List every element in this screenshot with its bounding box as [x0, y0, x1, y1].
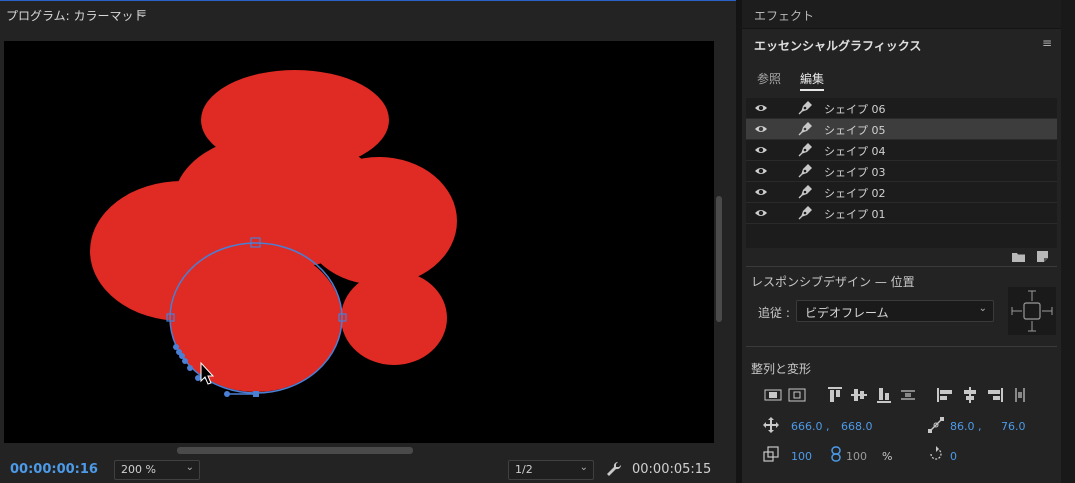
duration-timecode: 00:00:05:15: [632, 462, 712, 477]
essential-graphics-panel: エフェクト エッセンシャルグラフィックス ≡ 参照 編集 シェイプ 06 シェイ…: [742, 0, 1061, 483]
follow-label: 追従 :: [758, 306, 790, 320]
chevron-down-icon: ⌄: [185, 462, 194, 473]
tab-edit[interactable]: 編集: [800, 70, 824, 87]
program-monitor-title[interactable]: プログラム: カラーマット: [6, 7, 146, 24]
layer-row[interactable]: シェイプ 03: [746, 161, 1057, 182]
align-vertical-center-icon[interactable]: [850, 386, 868, 404]
red-shape-group[interactable]: [90, 70, 457, 392]
resolution-dropdown[interactable]: 1/2 ⌄: [508, 460, 594, 480]
scale-linked-value: 100: [846, 450, 867, 463]
eye-icon[interactable]: [754, 123, 768, 135]
anchor-x-value[interactable]: 86.0 ,: [950, 420, 982, 433]
essential-graphics-title[interactable]: エッセンシャルグラフィックス: [754, 37, 921, 54]
pen-tool-icon: [798, 185, 812, 199]
layer-name: シェイプ 01: [824, 208, 886, 221]
zoom-value: 200 %: [121, 463, 156, 476]
scale-value[interactable]: 100: [791, 450, 812, 463]
pen-tool-icon: [798, 206, 812, 220]
layer-name: シェイプ 05: [824, 124, 886, 137]
link-chain-icon[interactable]: [828, 446, 844, 462]
layer-name: シェイプ 02: [824, 187, 886, 200]
scale-unit: %: [882, 450, 893, 463]
red-shape[interactable]: [341, 271, 447, 365]
layer-name: シェイプ 03: [824, 166, 886, 179]
zoom-dropdown[interactable]: 200 % ⌄: [114, 460, 200, 480]
pin-to-widget[interactable]: [1008, 287, 1056, 335]
new-layer-icon[interactable]: [1037, 251, 1048, 262]
follow-value: ビデオフレーム: [805, 306, 889, 320]
rotation-icon: [930, 446, 942, 460]
layer-row-selected[interactable]: シェイプ 05: [746, 119, 1057, 140]
layer-row[interactable]: シェイプ 02: [746, 182, 1057, 203]
pen-tool-icon: [798, 101, 812, 115]
program-monitor: プログラム: カラーマット ≡ 00:00:00:16 200 % ⌄ 1/2 …: [0, 0, 736, 483]
new-group-folder-icon[interactable]: [1012, 252, 1025, 262]
align-to-selection-icon[interactable]: [764, 386, 782, 404]
effects-panel-header: エフェクト: [742, 0, 1061, 29]
align-left-icon[interactable]: [936, 386, 954, 404]
pen-tool-icon: [798, 122, 812, 136]
eye-icon[interactable]: [754, 186, 768, 198]
panel-menu-icon[interactable]: ≡: [136, 6, 147, 21]
align-right-icon[interactable]: [986, 386, 1004, 404]
anchor-y-value[interactable]: 76.0: [1001, 420, 1026, 433]
eye-icon[interactable]: [754, 144, 768, 156]
layer-row[interactable]: シェイプ 01: [746, 203, 1057, 224]
scale-icon: [763, 446, 779, 462]
wrench-icon[interactable]: [605, 460, 623, 478]
canvas-graphic[interactable]: [4, 41, 714, 443]
follow-dropdown[interactable]: ビデオフレーム ⌄: [796, 300, 994, 322]
panel-menu-icon[interactable]: ≡: [1042, 36, 1052, 50]
eye-icon[interactable]: [754, 102, 768, 114]
program-monitor-footer: 00:00:00:16 200 % ⌄ 1/2 ⌄ 00:00:05:15: [0, 458, 736, 483]
distribute-vertical-icon[interactable]: [899, 386, 917, 404]
horizontal-scrollbar[interactable]: [177, 447, 413, 454]
program-monitor-header: プログラム: カラーマット ≡: [0, 0, 736, 30]
align-horizontal-center-icon[interactable]: [961, 386, 979, 404]
red-shape[interactable]: [301, 157, 457, 285]
anchor-point-icon: [928, 417, 944, 433]
tab-browse[interactable]: 参照: [757, 70, 781, 87]
active-tab-indicator: [800, 89, 824, 91]
effects-tab[interactable]: エフェクト: [754, 7, 814, 24]
red-shape[interactable]: [170, 246, 342, 392]
align-transform-title: 整列と変形: [751, 362, 812, 376]
align-top-icon[interactable]: [826, 386, 844, 404]
rotation-value[interactable]: 0: [950, 450, 957, 463]
align-bottom-icon[interactable]: [875, 386, 893, 404]
layer-row[interactable]: シェイプ 04: [746, 140, 1057, 161]
eye-icon[interactable]: [754, 207, 768, 219]
layer-list[interactable]: シェイプ 06 シェイプ 05 シェイプ 04 シェイプ 03 シェイプ 02 …: [746, 98, 1057, 248]
current-timecode[interactable]: 00:00:00:16: [10, 462, 98, 477]
video-viewer[interactable]: [4, 41, 714, 443]
position-move-icon: [763, 417, 779, 433]
panel-scrollbar[interactable]: [1061, 0, 1075, 483]
eye-icon[interactable]: [754, 165, 768, 177]
responsive-design-title: レスポンシブデザイン — 位置: [751, 275, 915, 289]
pen-tool-icon: [798, 143, 812, 157]
distribute-horizontal-icon[interactable]: [1011, 386, 1029, 404]
layer-name: シェイプ 06: [824, 103, 886, 116]
layer-row[interactable]: シェイプ 06: [746, 98, 1057, 119]
pen-tool-icon: [798, 164, 812, 178]
section-divider: [746, 266, 1057, 267]
vertical-scrollbar[interactable]: [716, 196, 722, 322]
resolution-value: 1/2: [515, 463, 533, 476]
section-divider: [746, 346, 1057, 347]
position-y-value[interactable]: 668.0: [841, 420, 873, 433]
chevron-down-icon: ⌄: [978, 303, 987, 314]
align-to-frame-icon[interactable]: [788, 386, 806, 404]
position-x-value[interactable]: 666.0 ,: [791, 420, 829, 433]
chevron-down-icon: ⌄: [579, 462, 588, 473]
layer-name: シェイプ 04: [824, 145, 886, 158]
